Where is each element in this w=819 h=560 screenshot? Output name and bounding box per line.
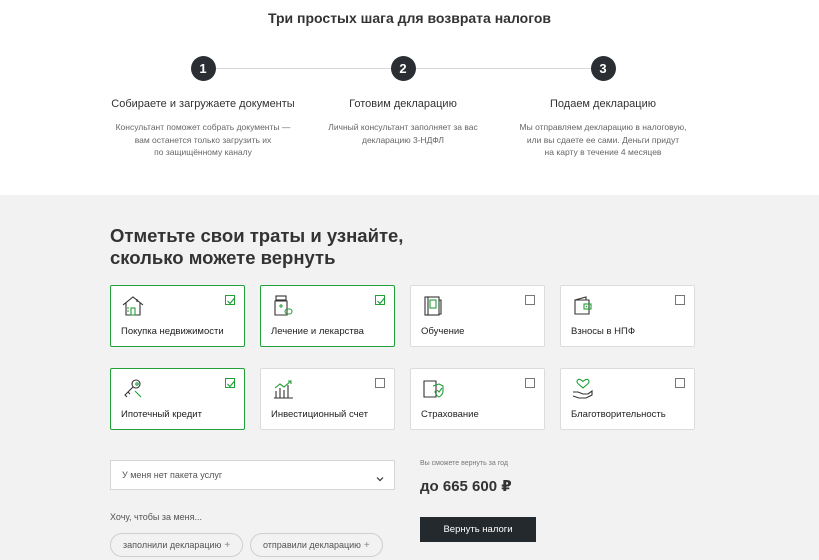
steps-section: Три простых шага для возврата налогов 1 … [0,0,819,195]
step-3: 3 Подаем декларацию Мы отправляем деклар… [503,56,703,159]
chip-label: заполнили декларацию [123,540,222,550]
steps-title: Три простых шага для возврата налогов [267,10,552,26]
return-amount: до 665 600 ₽ [420,478,512,495]
step-title: Подаем декларацию [550,98,656,110]
house-icon [121,294,145,318]
step-title: Готовим декларацию [349,98,457,110]
step-number: 3 [590,56,616,81]
expense-card-education[interactable]: Обучение [410,285,545,347]
card-checkbox[interactable] [225,295,235,305]
book-icon [421,294,445,318]
card-checkbox[interactable] [525,295,535,305]
wallet-icon [571,294,595,318]
service-package-select[interactable]: У меня нет пакета услуг [110,460,395,490]
expense-card-pension-fund[interactable]: Взносы в НПФ [560,285,695,347]
expense-card-insurance[interactable]: Страхование [410,368,545,430]
card-label: Ипотечный кредит [121,409,202,420]
card-checkbox[interactable] [675,295,685,305]
step-description: Личный консультант заполняет за вас декл… [328,122,478,145]
step-description: Консультант поможет собрать документы — … [115,122,291,157]
growth-chart-icon [271,377,295,401]
medicine-icon [271,294,295,318]
card-label: Инвестиционный счет [271,409,368,420]
expense-card-charity[interactable]: Благотворительность [560,368,695,430]
step-description: Мы отправляем декларацию в налоговую, ил… [519,122,687,157]
card-checkbox[interactable] [525,378,535,388]
step-title: Собираете и загружаете документы [111,98,295,110]
return-taxes-button[interactable]: Вернуть налоги [420,517,536,542]
chip-fill-declaration[interactable]: заполнили декларацию + [110,533,244,557]
expense-card-real-estate[interactable]: Покупка недвижимости [110,285,245,347]
card-checkbox[interactable] [375,295,385,305]
step-1: 1 Собираете и загружаете документы Консу… [103,56,303,159]
step-number: 1 [190,56,216,81]
step-2: 2 Готовим декларацию Личный консультант … [303,56,503,146]
card-label: Страхование [421,409,479,420]
step-number: 2 [390,56,416,81]
calculator-title: Отметьте свои траты и узнайте, сколько м… [110,225,404,268]
card-label: Взносы в НПФ [571,326,636,337]
card-checkbox[interactable] [675,378,685,388]
card-label: Покупка недвижимости [121,326,224,337]
chevron-down-icon [375,471,385,482]
want-label: Хочу, чтобы за меня... [110,512,203,522]
plus-icon: + [224,540,231,551]
select-value: У меня нет пакета услуг [122,470,223,480]
plus-icon: + [363,540,370,551]
expense-card-medicine[interactable]: Лечение и лекарства [260,285,395,347]
chip-label: отправили декларацию [263,540,361,550]
card-checkbox[interactable] [225,378,235,388]
card-checkbox[interactable] [375,378,385,388]
expense-card-investment-account[interactable]: Инвестиционный счет [260,368,395,430]
expense-card-mortgage[interactable]: Ипотечный кредит [110,368,245,430]
card-label: Благотворительность [571,409,666,420]
card-label: Обучение [421,326,465,337]
chip-send-declaration[interactable]: отправили декларацию + [250,533,383,557]
card-label: Лечение и лекарства [271,326,364,337]
heart-hand-icon [571,377,595,401]
shield-icon [421,377,445,401]
return-label: Вы сможете вернуть за год [420,460,508,467]
keys-icon [121,377,145,401]
